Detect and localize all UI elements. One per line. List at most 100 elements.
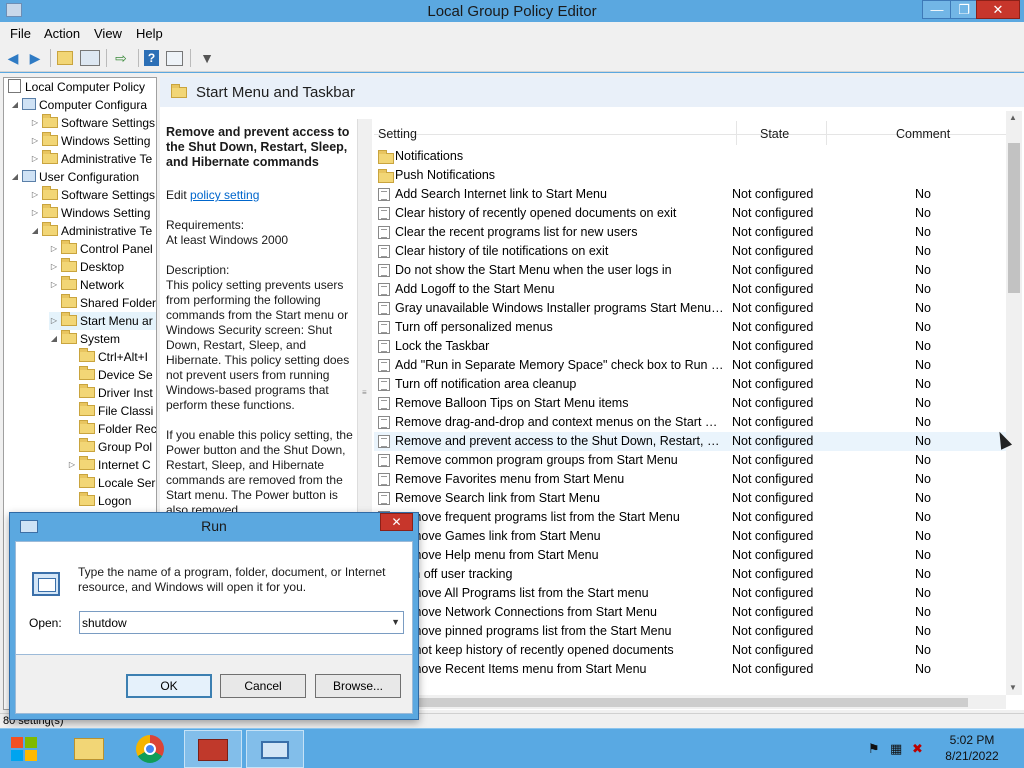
- tree-node-folder-redirection[interactable]: Folder Rec: [77, 420, 156, 438]
- collapse-arrow-icon[interactable]: ◢: [49, 330, 59, 348]
- table-row[interactable]: Remove Recent Items menu from Start Menu…: [374, 660, 1006, 679]
- expand-arrow-icon[interactable]: ▷: [49, 276, 59, 294]
- minimize-button[interactable]: —: [922, 0, 952, 19]
- list-folder-row[interactable]: Push Notifications: [374, 166, 1006, 185]
- expand-arrow-icon[interactable]: ▷: [49, 312, 59, 330]
- tree-node-locale-services[interactable]: Locale Ser: [77, 474, 155, 492]
- expand-arrow-icon[interactable]: ▷: [30, 186, 40, 204]
- table-row[interactable]: Remove Favorites menu from Start Menu Not…: [374, 470, 1006, 489]
- open-combobox[interactable]: ▼: [79, 611, 404, 634]
- volume-muted-icon[interactable]: ✖: [912, 741, 923, 757]
- tree-node-network[interactable]: ▷ Network: [49, 276, 124, 294]
- tree-node-computer-configuration[interactable]: ◢ Computer Configura: [10, 96, 147, 114]
- tree-node-internet-communication[interactable]: ▷ Internet C: [67, 456, 151, 474]
- filter-icon[interactable]: ▼: [198, 49, 216, 67]
- tree-node-local-computer-policy[interactable]: Local Computer Policy: [6, 78, 145, 96]
- expand-arrow-icon[interactable]: ▷: [49, 240, 59, 258]
- network-icon[interactable]: ▦: [890, 741, 902, 757]
- horizontal-scrollbar[interactable]: [374, 695, 1006, 709]
- title-bar[interactable]: Local Group Policy Editor — ❐ ✕: [0, 0, 1024, 22]
- help-icon[interactable]: ?: [144, 50, 159, 66]
- ok-button[interactable]: OK: [126, 674, 212, 698]
- edit-policy-setting-link[interactable]: policy setting: [190, 188, 259, 202]
- scrollbar-thumb[interactable]: [1008, 143, 1020, 293]
- tree-node-group-policy[interactable]: Group Pol: [77, 438, 152, 456]
- table-row[interactable]: Add Logoff to the Start Menu Not configur…: [374, 280, 1006, 299]
- expand-arrow-icon[interactable]: ▷: [30, 114, 40, 132]
- table-row[interactable]: Remove Games link from Start Menu Not con…: [374, 527, 1006, 546]
- up-folder-icon[interactable]: [57, 51, 73, 65]
- close-button[interactable]: ✕: [976, 0, 1020, 19]
- table-row[interactable]: Turn off personalized menus Not configure…: [374, 318, 1006, 337]
- tree-node-device-settings[interactable]: Device Se: [77, 366, 153, 384]
- tree-node-desktop[interactable]: ▷ Desktop: [49, 258, 124, 276]
- vertical-scrollbar[interactable]: ▲ ▼: [1006, 111, 1022, 695]
- show-hide-tree-icon[interactable]: [80, 50, 100, 66]
- back-icon[interactable]: ◀: [4, 49, 22, 67]
- table-row[interactable]: Remove frequent programs list from the S…: [374, 508, 1006, 527]
- tree-node-cc-administrative-templates[interactable]: ▷ Administrative Te: [30, 150, 152, 168]
- expand-arrow-icon[interactable]: ▷: [30, 150, 40, 168]
- table-row[interactable]: Clear the recent programs list for new u…: [374, 223, 1006, 242]
- scroll-up-arrow-icon[interactable]: ▲: [1009, 113, 1017, 122]
- table-row[interactable]: Do not keep history of recently opened d…: [374, 641, 1006, 660]
- tree-node-uc-software-settings[interactable]: ▷ Software Settings: [30, 186, 155, 204]
- forward-icon[interactable]: ▶: [26, 49, 44, 67]
- collapse-arrow-icon[interactable]: ◢: [10, 96, 20, 114]
- table-row[interactable]: Clear history of recently opened documen…: [374, 204, 1006, 223]
- menu-help[interactable]: Help: [136, 26, 163, 41]
- tree-node-shared-folders[interactable]: Shared Folder: [59, 294, 156, 312]
- table-row[interactable]: Remove Balloon Tips on Start Menu items N…: [374, 394, 1006, 413]
- chevron-down-icon[interactable]: ▼: [391, 617, 400, 627]
- table-row[interactable]: Gray unavailable Windows Installer progr…: [374, 299, 1006, 318]
- start-button[interactable]: [11, 737, 39, 763]
- expand-arrow-icon[interactable]: ▷: [30, 132, 40, 150]
- table-row[interactable]: Add "Run in Separate Memory Space" check…: [374, 356, 1006, 375]
- column-divider[interactable]: [826, 121, 827, 145]
- scrollbar-thumb[interactable]: [394, 698, 968, 707]
- tree-node-cc-windows-settings[interactable]: ▷ Windows Setting: [30, 132, 150, 150]
- tree-node-control-panel[interactable]: ▷ Control Panel: [49, 240, 153, 258]
- tree-node-uc-administrative-templates[interactable]: ◢ Administrative Te: [30, 222, 152, 240]
- expand-arrow-icon[interactable]: ▷: [49, 258, 59, 276]
- column-header-comment[interactable]: Comment: [896, 127, 950, 141]
- table-row[interactable]: Add Search Internet link to Start Menu No…: [374, 185, 1006, 204]
- tree-node-ctrl-alt-del-options[interactable]: Ctrl+Alt+I: [77, 348, 148, 366]
- open-input[interactable]: [82, 614, 382, 631]
- tree-node-driver-installation[interactable]: Driver Inst: [77, 384, 153, 402]
- export-list-icon[interactable]: ⇨: [112, 49, 130, 67]
- column-header-state[interactable]: State: [760, 127, 789, 141]
- tree-node-system[interactable]: ◢ System: [49, 330, 120, 348]
- collapse-arrow-icon[interactable]: ◢: [30, 222, 40, 240]
- table-row[interactable]: Remove Network Connections from Start Me…: [374, 603, 1006, 622]
- scroll-down-arrow-icon[interactable]: ▼: [1009, 683, 1017, 692]
- tree-node-file-classification[interactable]: File Classi: [77, 402, 153, 420]
- run-dialog-title[interactable]: Run: [10, 518, 418, 534]
- browse-button[interactable]: Browse...: [315, 674, 401, 698]
- action-center-flag-icon[interactable]: ⚑: [868, 741, 880, 757]
- table-row[interactable]: Remove common program groups from Start …: [374, 451, 1006, 470]
- table-row[interactable]: Remove pinned programs list from the Sta…: [374, 622, 1006, 641]
- menu-file[interactable]: File: [10, 26, 31, 41]
- run-close-button[interactable]: ✕: [380, 513, 413, 531]
- menu-view[interactable]: View: [94, 26, 122, 41]
- table-row[interactable]: Clear history of tile notifications on e…: [374, 242, 1006, 261]
- tree-node-start-menu-and-taskbar[interactable]: ▷ Start Menu ar: [49, 312, 156, 330]
- expand-arrow-icon[interactable]: ▷: [30, 204, 40, 222]
- maximize-button[interactable]: ❐: [950, 0, 978, 19]
- table-row[interactable]: Remove Help menu from Start Menu Not conf…: [374, 546, 1006, 565]
- properties-icon[interactable]: [166, 51, 183, 66]
- taskbar-run[interactable]: [246, 730, 304, 768]
- tree-node-logon[interactable]: Logon: [77, 492, 131, 510]
- taskbar-file-explorer[interactable]: [60, 730, 118, 768]
- taskbar-chrome[interactable]: [122, 730, 180, 768]
- table-row[interactable]: Remove drag-and-drop and context menus o…: [374, 413, 1006, 432]
- column-divider[interactable]: [736, 121, 737, 145]
- taskbar-group-policy-editor[interactable]: [184, 730, 242, 768]
- column-header-setting[interactable]: Setting: [378, 127, 417, 141]
- cancel-button[interactable]: Cancel: [220, 674, 306, 698]
- tree-node-uc-windows-settings[interactable]: ▷ Windows Setting: [30, 204, 150, 222]
- table-row[interactable]: Turn off user tracking Not configured No: [374, 565, 1006, 584]
- table-row[interactable]: Remove All Programs list from the Start …: [374, 584, 1006, 603]
- table-row[interactable]: Turn off notification area cleanup Not co…: [374, 375, 1006, 394]
